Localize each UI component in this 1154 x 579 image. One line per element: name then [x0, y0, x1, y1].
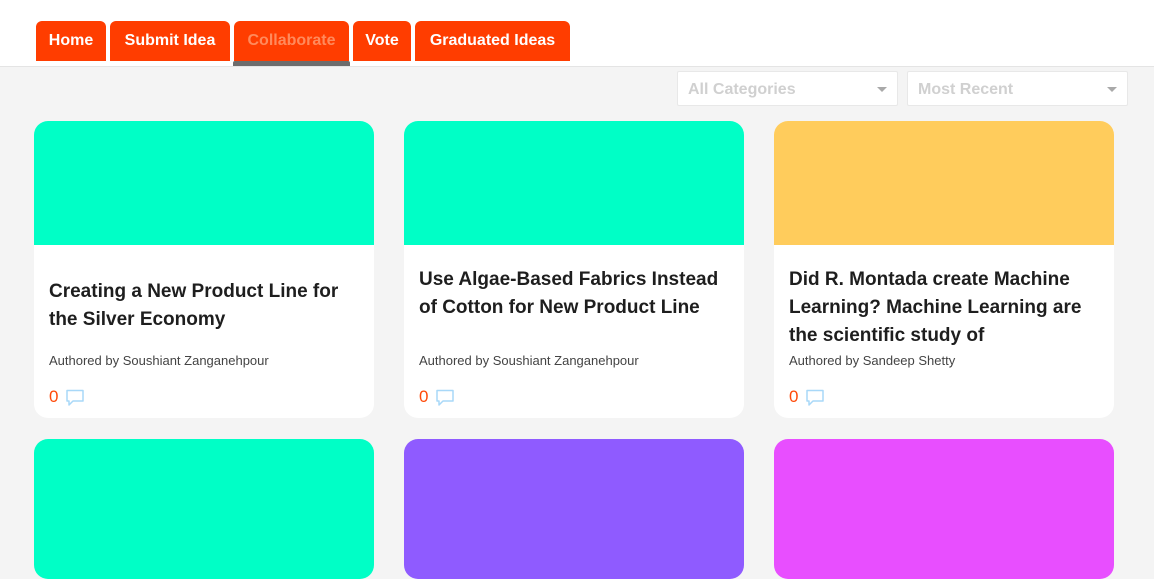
speech-bubble-icon[interactable] [435, 389, 455, 407]
idea-card[interactable] [404, 439, 744, 579]
card-color-band [774, 439, 1114, 579]
idea-card[interactable]: Did R. Montada create Machine Learning? … [774, 121, 1114, 418]
comment-count: 0 [789, 387, 799, 406]
card-color-band [34, 439, 374, 579]
tab-submit-idea[interactable]: Submit Idea [110, 21, 230, 61]
idea-card[interactable]: Use Algae-Based Fabrics Instead of Cotto… [404, 121, 744, 418]
comment-count: 0 [419, 387, 429, 406]
card-color-band [774, 121, 1114, 245]
tab-graduated-ideas[interactable]: Graduated Ideas [415, 21, 570, 61]
sort-dropdown[interactable]: Most Recent [907, 71, 1128, 106]
card-title[interactable]: Did R. Montada create Machine Learning? … [789, 266, 1099, 350]
active-tab-indicator [233, 61, 350, 66]
card-title[interactable]: Creating a New Product Line for the Silv… [49, 278, 359, 334]
tab-collaborate[interactable]: Collaborate [234, 21, 349, 61]
caret-down-icon [1107, 87, 1117, 92]
tab-vote[interactable]: Vote [353, 21, 411, 61]
card-color-band [404, 439, 744, 579]
idea-card[interactable]: Creating a New Product Line for the Silv… [34, 121, 374, 418]
speech-bubble-icon[interactable] [65, 389, 85, 407]
comment-count: 0 [49, 387, 59, 406]
idea-card[interactable] [774, 439, 1114, 579]
idea-card[interactable] [34, 439, 374, 579]
card-color-band [404, 121, 744, 245]
tab-home[interactable]: Home [36, 21, 106, 61]
top-nav-bar: Home Submit Idea Collaborate Vote Gradua… [0, 0, 1154, 67]
card-author: Authored by Soushiant Zanganehpour [419, 353, 639, 368]
card-author: Authored by Sandeep Shetty [789, 353, 956, 368]
card-title[interactable]: Use Algae-Based Fabrics Instead of Cotto… [419, 266, 729, 322]
sort-value: Most Recent [918, 81, 1014, 98]
category-filter-value: All Categories [688, 81, 796, 98]
caret-down-icon [877, 87, 887, 92]
card-author: Authored by Soushiant Zanganehpour [49, 353, 269, 368]
card-color-band [34, 121, 374, 245]
speech-bubble-icon[interactable] [805, 389, 825, 407]
category-filter-dropdown[interactable]: All Categories [677, 71, 898, 106]
